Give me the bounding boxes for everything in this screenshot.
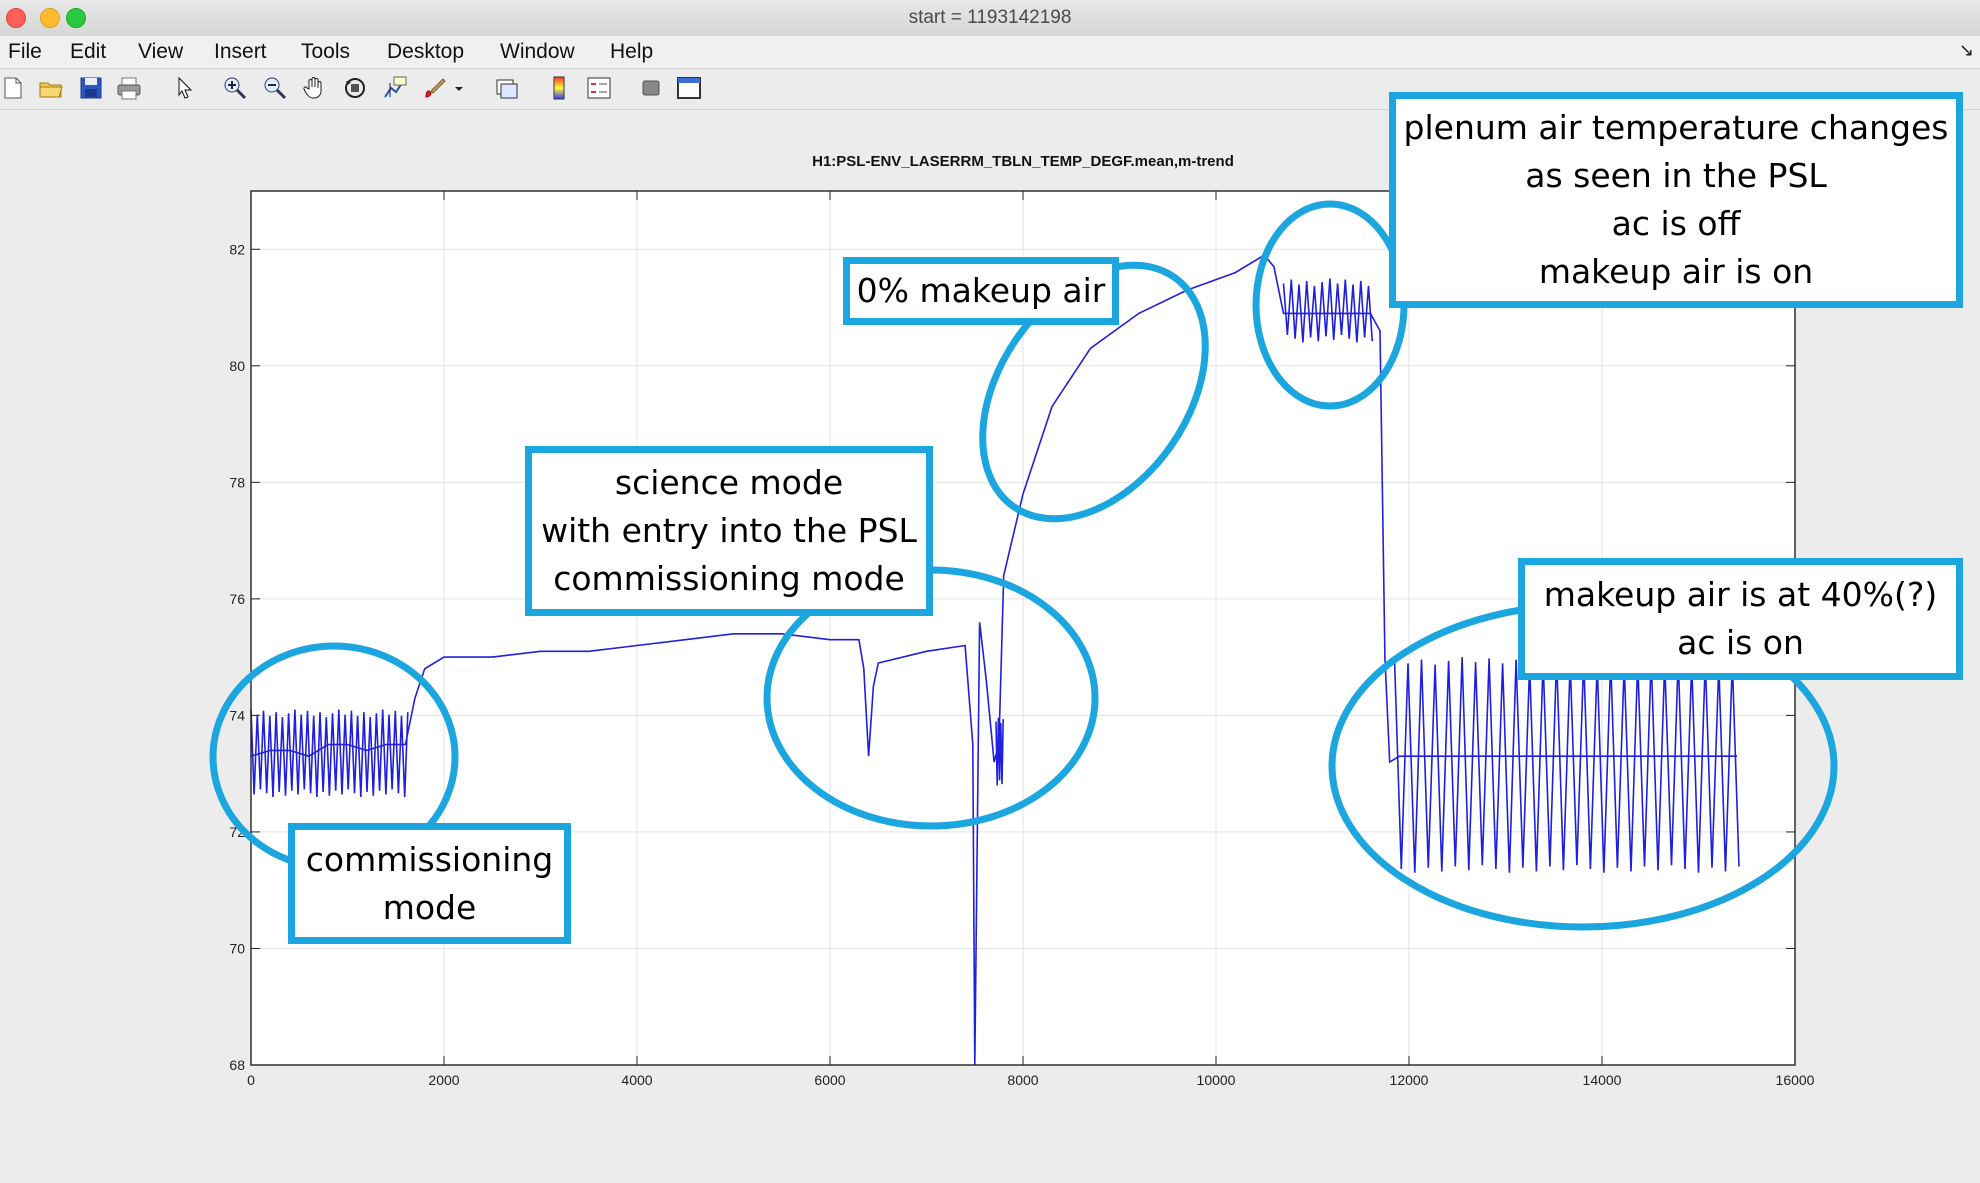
dock-figure-icon[interactable] xyxy=(676,75,702,101)
y-tick-label: 78 xyxy=(229,474,245,490)
x-tick-label: 4000 xyxy=(621,1072,652,1088)
pointer-icon[interactable] xyxy=(172,75,198,101)
print-icon[interactable] xyxy=(116,75,142,101)
callout-makeup40: makeup air is at 40%(?) ac is on xyxy=(1518,558,1963,680)
title-bar: start = 1193142198 xyxy=(0,0,1980,37)
x-tick-label: 6000 xyxy=(814,1072,845,1088)
callout-science: science mode with entry into the PSL com… xyxy=(525,446,933,616)
y-tick-label: 82 xyxy=(229,241,245,257)
menu-file[interactable]: File xyxy=(8,36,42,68)
menu-desktop[interactable]: Desktop xyxy=(387,36,464,68)
y-tick-label: 80 xyxy=(229,358,245,374)
new-file-icon[interactable] xyxy=(0,75,26,101)
y-tick-label: 68 xyxy=(229,1057,245,1073)
menubar-overflow-icon[interactable]: ↘ xyxy=(1959,40,1974,61)
save-icon[interactable] xyxy=(78,75,104,101)
legend-icon[interactable] xyxy=(586,75,612,101)
x-tick-label: 16000 xyxy=(1776,1072,1815,1088)
zoom-out-icon[interactable] xyxy=(262,75,288,101)
dropdown-arrow-icon[interactable] xyxy=(452,75,466,101)
menu-edit[interactable]: Edit xyxy=(70,36,106,68)
y-tick-label: 74 xyxy=(229,707,245,723)
brush-icon[interactable] xyxy=(422,75,448,101)
callout-commissioning: commissioning mode xyxy=(288,823,571,944)
menu-help[interactable]: Help xyxy=(610,36,653,68)
callout-makeup0-text: 0% makeup air xyxy=(856,271,1106,310)
callout-science-text: science mode with entry into the PSL com… xyxy=(541,463,917,598)
colorbar-icon[interactable] xyxy=(546,75,572,101)
window-title: start = 1193142198 xyxy=(908,7,1072,28)
pan-hand-icon[interactable] xyxy=(302,75,328,101)
rotate-3d-icon[interactable] xyxy=(342,75,368,101)
zoom-in-icon[interactable] xyxy=(222,75,248,101)
y-tick-label: 70 xyxy=(229,940,245,956)
x-tick-label: 0 xyxy=(247,1072,255,1088)
hide-tools-icon[interactable] xyxy=(638,75,664,101)
callout-makeup0: 0% makeup air xyxy=(843,257,1119,325)
data-cursor-icon[interactable] xyxy=(382,75,408,101)
callout-plenum-text: plenum air temperature changes as seen i… xyxy=(1403,108,1949,291)
x-tick-label: 10000 xyxy=(1197,1072,1236,1088)
callout-makeup40-text: makeup air is at 40%(?) ac is on xyxy=(1543,575,1938,662)
menu-insert[interactable]: Insert xyxy=(214,36,267,68)
x-tick-label: 8000 xyxy=(1007,1072,1038,1088)
menu-window[interactable]: Window xyxy=(500,36,575,68)
menu-tools[interactable]: Tools xyxy=(301,36,350,68)
chart-title: H1:PSL-ENV_LASERRM_TBLN_TEMP_DEGF.mean,m… xyxy=(812,153,1234,170)
callout-plenum: plenum air temperature changes as seen i… xyxy=(1389,92,1963,308)
menu-view[interactable]: View xyxy=(138,36,183,68)
open-folder-icon[interactable] xyxy=(38,75,64,101)
x-tick-label: 12000 xyxy=(1390,1072,1429,1088)
x-tick-label: 14000 xyxy=(1583,1072,1622,1088)
y-tick-label: 76 xyxy=(229,591,245,607)
x-tick-label: 2000 xyxy=(428,1072,459,1088)
link-plot-icon[interactable] xyxy=(494,75,520,101)
callout-commissioning-text: commissioning mode xyxy=(305,839,554,927)
menu-bar: File Edit View Insert Tools Desktop Wind… xyxy=(0,36,1980,69)
